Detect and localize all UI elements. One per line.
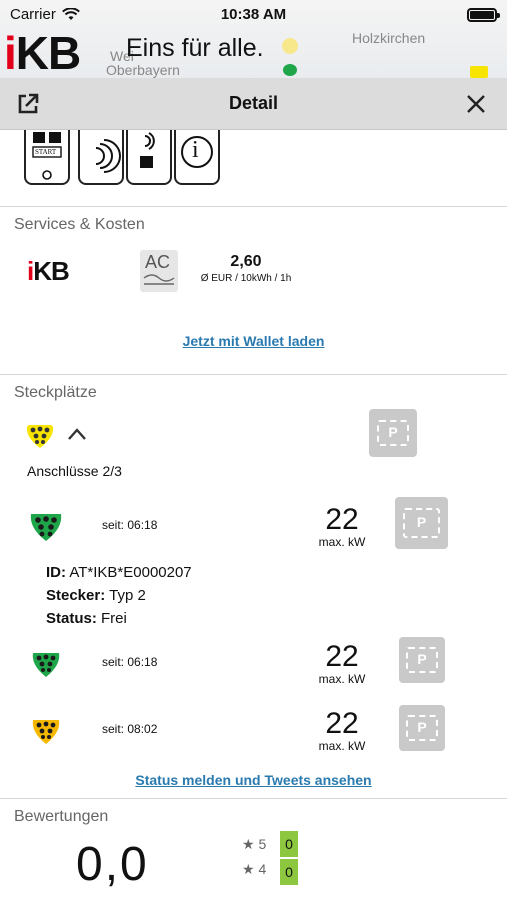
connector-since: seit: 06:18: [102, 518, 158, 532]
map-label-oberbayern: Oberbayern: [106, 62, 180, 78]
connector-id: ID: AT*IKB*E0000207: [46, 564, 192, 581]
connector-since: seit: 08:02: [102, 722, 158, 736]
chevron-up-icon[interactable]: [67, 427, 87, 441]
map-marker[interactable]: [283, 64, 297, 76]
wallet-charge-link[interactable]: Jetzt mit Wallet laden: [0, 333, 507, 349]
connector-power: 22 max. kW: [318, 503, 366, 549]
page-title: Detail: [228, 93, 279, 113]
star-icon: ★: [242, 861, 255, 877]
parking-icon: P: [369, 409, 417, 457]
connector-plug-type: Stecker: Typ 2: [46, 587, 146, 604]
map-marker[interactable]: [470, 66, 488, 78]
type2-plug-green-icon: [32, 653, 60, 677]
report-status-link[interactable]: Status melden und Tweets ansehen: [0, 772, 507, 788]
section-title-connectors: Steckplätze: [14, 384, 97, 401]
type2-plug-green-icon: [30, 514, 62, 541]
status-bar: Carrier 10:38 AM: [0, 0, 507, 28]
parking-icon: P: [399, 705, 445, 751]
star-icon: ★: [242, 836, 255, 852]
price-value: 2,60: [230, 253, 262, 270]
rating-row-4: ★ 4: [242, 861, 267, 877]
map-label-holzkirchen: Holzkirchen: [352, 30, 426, 46]
connector-power: 22 max. kW: [318, 707, 366, 753]
ratings-section: Bewertungen 0,0 ★ 5 0 ★ 4 0: [0, 799, 507, 900]
app-start-icon: START: [24, 130, 70, 185]
rating-count-5: 0: [280, 831, 298, 857]
rfid-card-icon: [126, 130, 172, 185]
map-marker[interactable]: [282, 38, 298, 54]
auth-methods: START i: [0, 130, 507, 207]
type2-plug-yellow-icon: [26, 425, 54, 448]
provider-logo: iKB: [27, 256, 70, 286]
clock: 10:38 AM: [220, 6, 287, 23]
connector-power: 22 max. kW: [318, 640, 366, 686]
start-label: START: [35, 148, 57, 156]
price-unit: Ø EUR / 10kWh / 1h: [200, 273, 292, 284]
parking-icon: P: [399, 637, 445, 683]
info-glyph: i: [192, 137, 199, 163]
type2-plug-yellow-icon: [32, 720, 60, 744]
price-block: 2,60 Ø EUR / 10kWh / 1h: [186, 253, 306, 284]
section-title-ratings: Bewertungen: [14, 808, 109, 825]
nfc-card-icon: [78, 130, 124, 185]
connector-since: seit: 06:18: [102, 655, 158, 669]
detail-header: Detail: [0, 78, 507, 130]
average-rating: 0,0: [76, 838, 149, 891]
section-title-services: Services & Kosten: [14, 216, 145, 233]
rating-count-4: 0: [280, 859, 298, 885]
ac-current-icon: AC: [140, 250, 178, 292]
parking-icon: P: [395, 497, 448, 549]
connections-count: Anschlüsse 2/3: [27, 463, 122, 479]
brand-slogan: Eins für alle.: [126, 34, 264, 62]
rating-row-5: ★ 5: [242, 836, 267, 852]
connector-status: Status: Frei: [46, 610, 127, 627]
battery-icon: [467, 8, 500, 22]
info-icon: i: [174, 130, 220, 185]
ikb-logo: iKB: [4, 27, 81, 79]
services-section: Services & Kosten iKB AC 2,60 Ø EUR / 10…: [0, 207, 507, 375]
close-icon[interactable]: [462, 90, 490, 118]
